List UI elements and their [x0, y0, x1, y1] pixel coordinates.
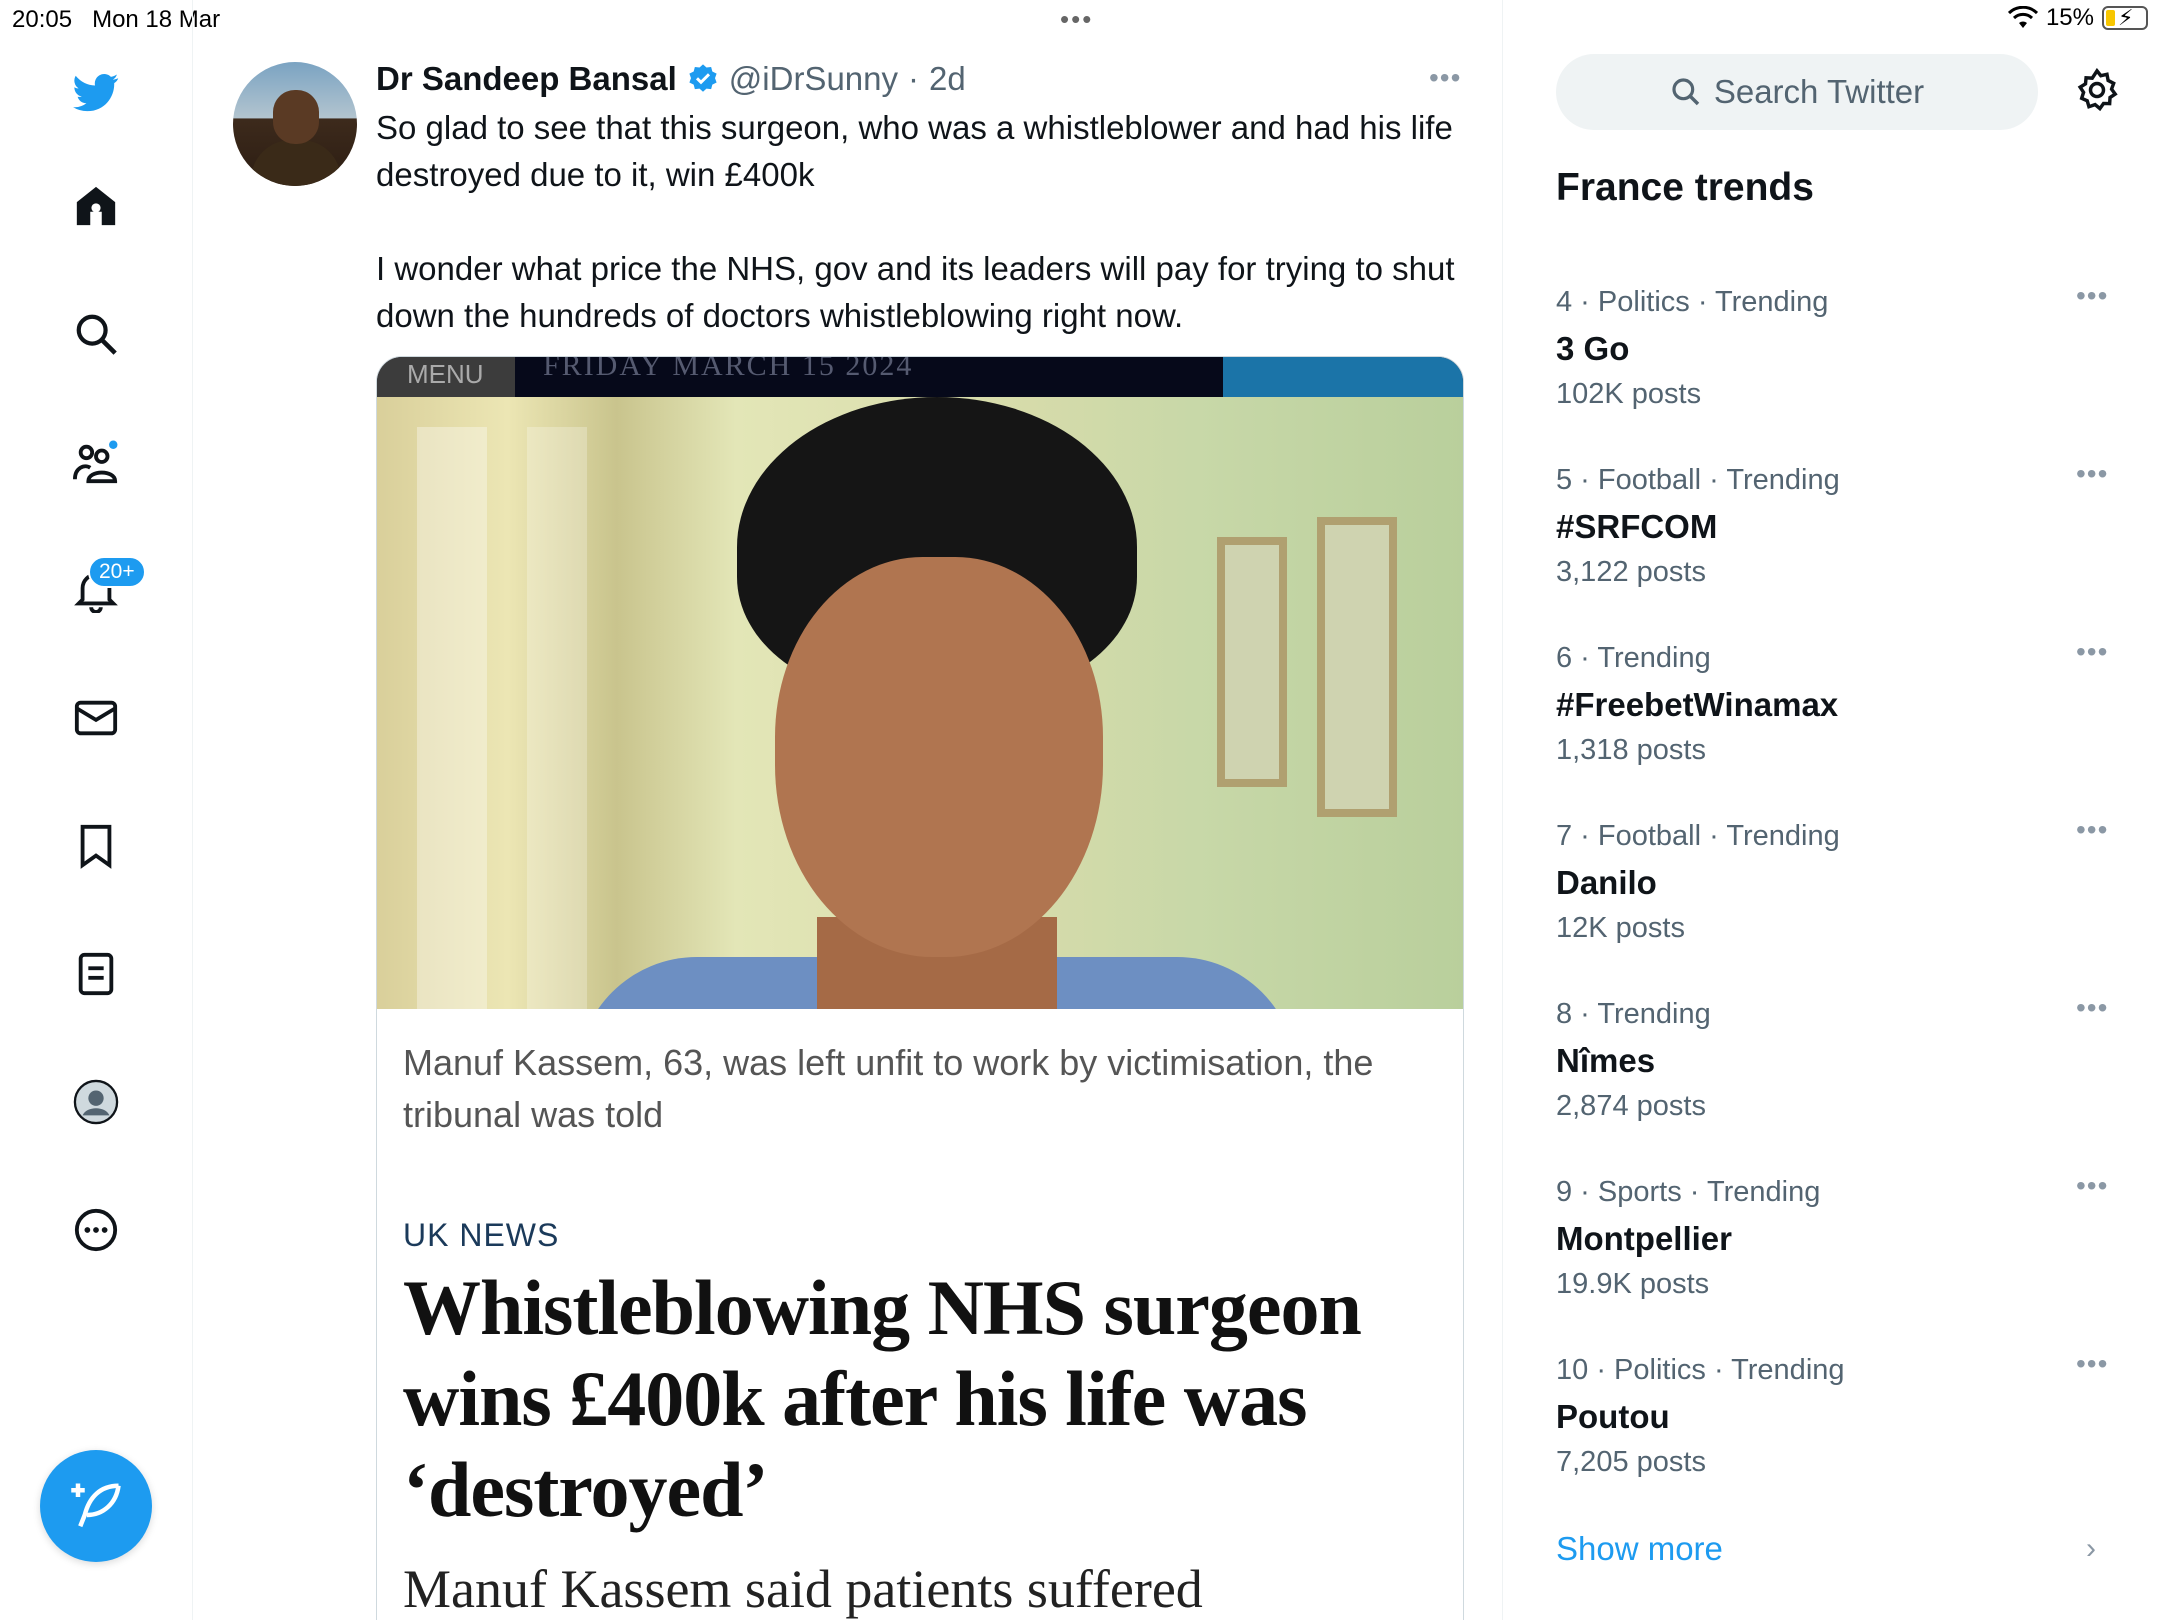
trend-meta: 9 · Sports · Trending [1556, 1176, 1821, 1208]
trend-item[interactable]: 5 · Football · Trending #SRFCOM 3,122 po… [1556, 458, 2116, 614]
search-icon[interactable] [66, 304, 126, 364]
search-input[interactable]: Search Twitter [1556, 54, 2038, 130]
site-menu-label: MENU [377, 357, 515, 397]
trend-meta: 8 · Trending [1556, 998, 1711, 1030]
trend-item[interactable]: 6 · Trending #FreebetWinamax 1,318 posts… [1556, 636, 2116, 792]
communities-icon[interactable] [66, 432, 126, 492]
trend-name: 3 Go [1556, 330, 1630, 367]
verified-badge-icon [689, 64, 717, 92]
bookmarks-icon[interactable] [66, 816, 126, 876]
search-icon [1672, 78, 1700, 106]
search-placeholder: Search Twitter [1713, 73, 1925, 110]
left-navigation: 20+ [0, 0, 193, 1620]
chevron-right-icon[interactable]: › [2086, 1532, 2096, 1566]
right-sidebar: Search Twitter France trends 4 · Politic… [1504, 0, 2160, 1620]
compose-icon [71, 1483, 121, 1528]
trend-posts: 1,318 posts [1556, 734, 1706, 766]
trend-posts: 2,874 posts [1556, 1090, 1706, 1122]
show-more-link[interactable]: Show more [1556, 1530, 1723, 1568]
trend-name: Danilo [1556, 864, 1657, 901]
tweet-text: So glad to see that this surgeon, who wa… [376, 109, 1455, 334]
trend-name: Montpellier [1556, 1220, 1733, 1257]
media-card[interactable]: MENU FRIDAY MARCH 15 2024 Manuf Kassem, … [376, 356, 1464, 1620]
trend-more-icon[interactable]: ••• [2076, 636, 2108, 668]
tweet-header: Dr Sandeep Bansal @iDrSunny · 2d [376, 60, 966, 98]
article-standfirst: Manuf Kassem said patients suffered [403, 1559, 1203, 1619]
header-separator: · [908, 60, 920, 97]
trend-item[interactable]: 7 · Football · Trending Danilo 12K posts… [1556, 814, 2116, 970]
lists-icon[interactable] [66, 944, 126, 1004]
trend-name: Nîmes [1556, 1042, 1656, 1079]
tweet-more-options-icon[interactable]: ••• [1429, 62, 1461, 94]
trend-posts: 19.9K posts [1556, 1268, 1710, 1300]
author-handle[interactable]: @iDrSunny [729, 60, 898, 98]
article-section: UK NEWS [403, 1217, 560, 1253]
trend-posts: 102K posts [1556, 378, 1702, 410]
author-name[interactable]: Dr Sandeep Bansal [376, 60, 677, 98]
trend-name: Poutou [1556, 1398, 1670, 1435]
article-headline: Whistleblowing NHS surgeon wins £400k af… [403, 1264, 1362, 1533]
messages-icon[interactable] [66, 688, 126, 748]
author-avatar[interactable] [233, 62, 357, 186]
compose-tweet-button[interactable] [40, 1450, 152, 1562]
notification-badge: 20+ [88, 556, 146, 588]
home-icon[interactable] [66, 176, 126, 236]
trend-name: #SRFCOM [1556, 508, 1718, 545]
article-site-bar: MENU FRIDAY MARCH 15 2024 [377, 356, 1463, 397]
settings-gear-icon[interactable] [2074, 68, 2120, 114]
trend-more-icon[interactable]: ••• [2076, 458, 2108, 490]
trend-meta: 4 · Politics · Trending [1556, 286, 1829, 318]
trend-posts: 12K posts [1556, 912, 1685, 944]
trend-meta: 10 · Politics · Trending [1556, 1354, 1845, 1386]
trend-meta: 7 · Football · Trending [1556, 820, 1840, 852]
trend-more-icon[interactable]: ••• [2076, 1348, 2108, 1380]
twitter-logo-icon[interactable] [66, 62, 126, 122]
trend-meta: 5 · Football · Trending [1556, 464, 1840, 496]
article-photo [377, 397, 1463, 1009]
trend-item[interactable]: 9 · Sports · Trending Montpellier 19.9K … [1556, 1170, 2116, 1326]
trend-item[interactable]: 10 · Politics · Trending Poutou 7,205 po… [1556, 1348, 2116, 1504]
trend-item[interactable]: 8 · Trending Nîmes 2,874 posts ••• [1556, 992, 2116, 1148]
trend-item[interactable]: 4 · Politics · Trending 3 Go 102K posts … [1556, 280, 2116, 436]
tweet-age[interactable]: 2d [929, 60, 966, 98]
photo-caption: Manuf Kassem, 63, was left unfit to work… [403, 1042, 1374, 1135]
trend-more-icon[interactable]: ••• [2076, 992, 2108, 1024]
trends-heading: France trends [1556, 166, 1814, 209]
trend-posts: 3,122 posts [1556, 556, 1706, 588]
profile-icon[interactable] [66, 1072, 126, 1132]
trend-more-icon[interactable]: ••• [2076, 280, 2108, 312]
trend-more-icon[interactable]: ••• [2076, 814, 2108, 846]
more-icon[interactable] [66, 1200, 126, 1260]
trend-name: #FreebetWinamax [1556, 686, 1839, 723]
main-timeline: Dr Sandeep Bansal @iDrSunny · 2d ••• So … [193, 0, 1503, 1620]
site-date-label: FRIDAY MARCH 15 2024 [543, 356, 914, 382]
trend-more-icon[interactable]: ••• [2076, 1170, 2108, 1202]
trend-meta: 6 · Trending [1556, 642, 1711, 674]
site-bar-accent [1223, 357, 1463, 397]
trend-posts: 7,205 posts [1556, 1446, 1706, 1478]
